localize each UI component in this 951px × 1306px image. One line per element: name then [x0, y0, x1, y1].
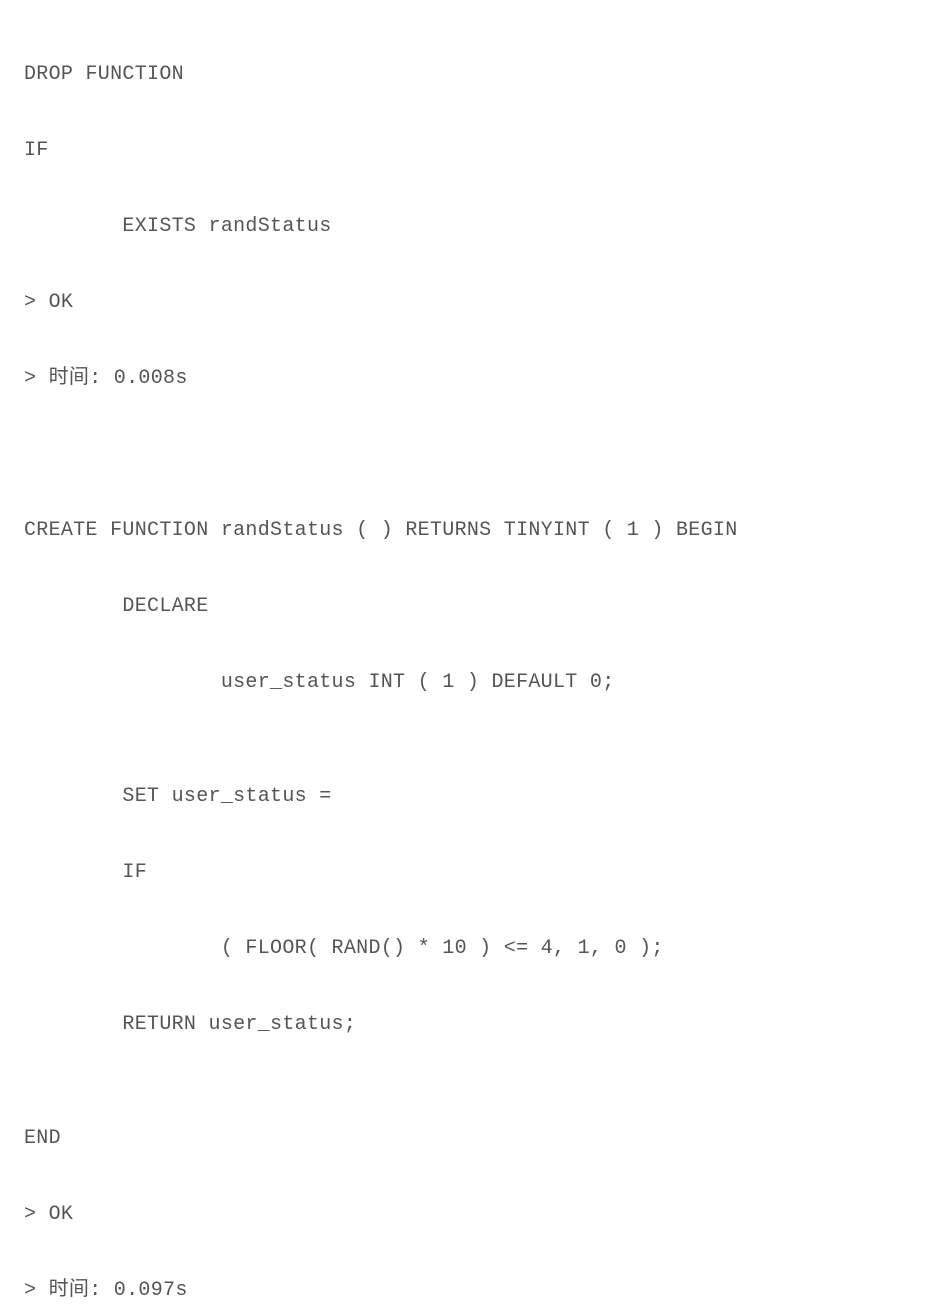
sql-output: DROP FUNCTION IF EXISTS randStatus > OK …	[24, 18, 927, 1306]
code-line: DECLARE	[24, 588, 927, 626]
code-line: END	[24, 1120, 927, 1158]
code-line: SET user_status =	[24, 778, 927, 816]
result-time: > 时间: 0.097s	[24, 1272, 927, 1306]
result-time: > 时间: 0.008s	[24, 360, 927, 398]
code-line: ( FLOOR( RAND() * 10 ) <= 4, 1, 0 );	[24, 930, 927, 968]
code-line: IF	[24, 132, 927, 170]
code-line: RETURN user_status;	[24, 1006, 927, 1044]
code-line: user_status INT ( 1 ) DEFAULT 0;	[24, 664, 927, 702]
result-status: > OK	[24, 1196, 927, 1234]
code-line: EXISTS randStatus	[24, 208, 927, 246]
result-status: > OK	[24, 284, 927, 322]
code-line: DROP FUNCTION	[24, 56, 927, 94]
code-line: IF	[24, 854, 927, 892]
code-line: CREATE FUNCTION randStatus ( ) RETURNS T…	[24, 512, 927, 550]
